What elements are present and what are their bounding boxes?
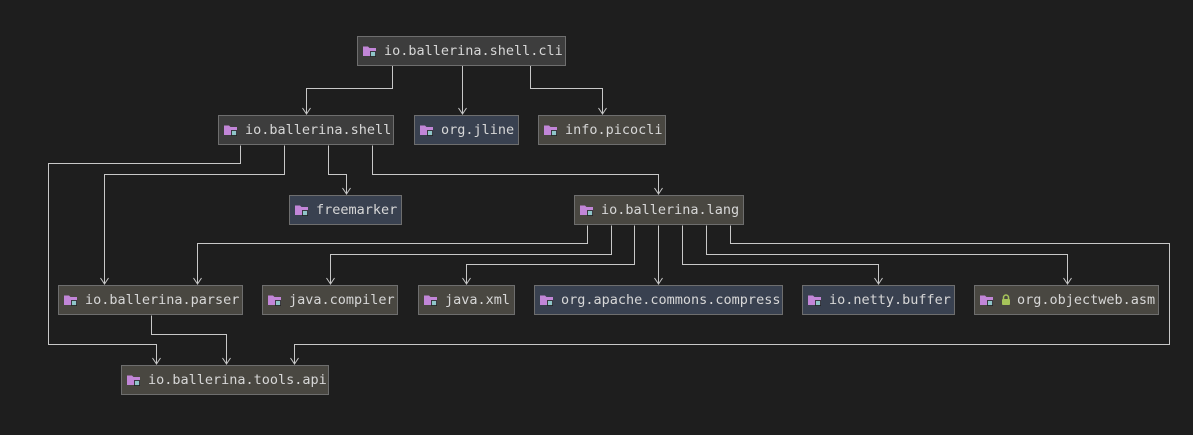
module-label: io.ballerina.shell.cli: [384, 43, 563, 59]
edge-shell-to-parser: [100, 145, 285, 285]
module-label: io.ballerina.parser: [85, 292, 240, 308]
module-node-io-ballerina-lang[interactable]: io.ballerina.lang: [574, 195, 744, 225]
module-node-info-picocli[interactable]: info.picocli: [538, 115, 666, 145]
module-folder-icon: [127, 374, 141, 386]
module-node-io-ballerina-shell-cli[interactable]: io.ballerina.shell.cli: [357, 36, 566, 66]
edge-shell_cli-to-picocli: [530, 64, 607, 115]
module-folder-icon: [980, 294, 994, 306]
module-folder-icon: [363, 45, 377, 57]
edge-shell_cli-to-shell: [302, 64, 393, 115]
module-node-org-apache-commons-compress[interactable]: org.apache.commons.compress: [534, 285, 783, 315]
module-label: java.xml: [445, 292, 511, 308]
module-folder-icon: [808, 294, 822, 306]
edge-shell_cli-to-jline: [458, 64, 467, 115]
module-folder-icon: [420, 124, 434, 136]
edge-lang-to-compress: [654, 225, 663, 285]
module-folder-icon: [64, 294, 78, 306]
module-label: freemarker: [316, 202, 398, 218]
lock-icon: [1001, 294, 1011, 306]
module-node-io-ballerina-shell[interactable]: io.ballerina.shell: [218, 115, 394, 145]
module-node-org-objectweb-asm[interactable]: org.objectweb.asm: [974, 285, 1159, 315]
module-label: info.picocli: [565, 122, 663, 138]
module-label: io.netty.buffer: [829, 292, 951, 308]
module-node-org-jline[interactable]: org.jline: [414, 115, 519, 145]
edge-shell-to-freemarker: [328, 145, 351, 195]
module-label: org.jline: [441, 122, 515, 138]
module-node-freemarker[interactable]: freemarker: [289, 195, 402, 225]
module-folder-icon: [268, 294, 282, 306]
module-node-java-xml[interactable]: java.xml: [418, 285, 515, 315]
module-folder-icon: [580, 204, 594, 216]
module-node-io-netty-buffer[interactable]: io.netty.buffer: [802, 285, 955, 315]
module-node-java-compiler[interactable]: java.compiler: [262, 285, 398, 315]
module-label: org.apache.commons.compress: [561, 292, 781, 308]
module-label: java.compiler: [289, 292, 395, 308]
edge-parser-to-tools_api: [151, 315, 231, 365]
module-folder-icon: [224, 124, 238, 136]
module-node-io-ballerina-tools-api[interactable]: io.ballerina.tools.api: [121, 365, 329, 395]
module-label: org.objectweb.asm: [1017, 292, 1156, 308]
edge-lang-to-compiler: [326, 225, 612, 285]
module-folder-icon: [540, 294, 554, 306]
module-node-io-ballerina-parser[interactable]: io.ballerina.parser: [58, 285, 243, 315]
module-folder-icon: [295, 204, 309, 216]
edge-lang-to-asm: [706, 225, 1072, 285]
module-folder-icon: [424, 294, 438, 306]
edge-shell-to-tools_api: [48, 145, 241, 365]
module-dependency-diagram: io.ballerina.shell.cli io.ballerina.shel…: [0, 0, 1193, 435]
module-folder-icon: [544, 124, 558, 136]
module-label: io.ballerina.tools.api: [148, 372, 327, 388]
module-label: io.ballerina.shell: [245, 122, 392, 138]
edge-shell-to-lang: [372, 145, 663, 195]
module-label: io.ballerina.lang: [601, 202, 740, 218]
